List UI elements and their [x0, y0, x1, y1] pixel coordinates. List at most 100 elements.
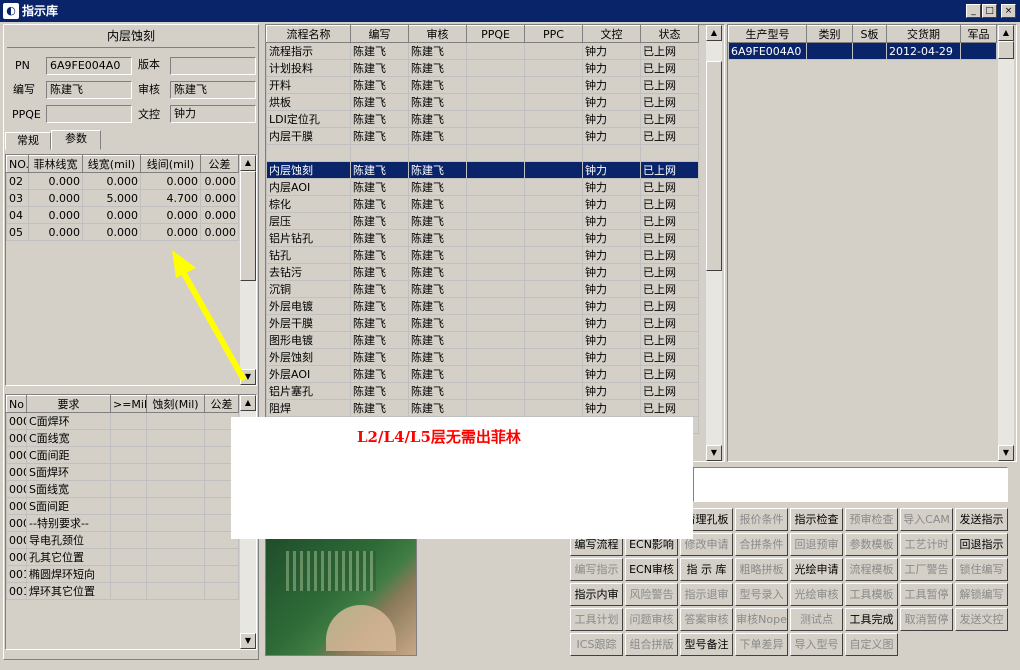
process-row[interactable]: 内层AOI 陈建飞 陈建飞 钟力 已上网 [266, 178, 699, 196]
process-row[interactable]: 钻孔 陈建飞 陈建飞 钟力 已上网 [266, 246, 699, 264]
process-row[interactable]: 流程指示 陈建飞 陈建飞 钟力 已上网 [266, 42, 699, 60]
reviewer-field[interactable]: 陈建飞 [170, 81, 256, 99]
process-row[interactable]: 铝片塞孔 陈建飞 陈建飞 钟力 已上网 [266, 382, 699, 400]
command-button[interactable]: 指 示 库 [680, 558, 733, 581]
req-col-header[interactable]: 公差 [204, 395, 239, 413]
command-button[interactable]: 工艺计时 [900, 533, 953, 556]
command-button[interactable]: 光绘审核 [790, 583, 843, 606]
process-row[interactable] [266, 144, 699, 162]
process-col-header[interactable]: 编写 [350, 25, 409, 43]
command-button[interactable]: 审核Nope [735, 608, 788, 631]
process-row[interactable]: 外层AOI 陈建飞 陈建飞 钟力 已上网 [266, 365, 699, 383]
scroll-thumb[interactable] [706, 61, 722, 271]
process-row[interactable]: 内层干膜 陈建飞 陈建飞 钟力 已上网 [266, 127, 699, 145]
command-button[interactable]: 回退指示 [955, 533, 1008, 556]
command-button[interactable]: 粗略拼板 [735, 558, 788, 581]
command-button[interactable]: 下单差异 [735, 633, 788, 656]
process-row[interactable]: 外层蚀刻 陈建飞 陈建飞 钟力 已上网 [266, 348, 699, 366]
param-row[interactable]: 02 0.000 0.000 0.000 0.000 [6, 172, 239, 190]
command-button[interactable]: 流程模板 [845, 558, 898, 581]
req-row[interactable]: 000导电孔颈位 [6, 531, 239, 549]
tab-params[interactable]: 参数 [51, 130, 101, 150]
command-button[interactable]: 取消暂停 [900, 608, 953, 631]
command-button[interactable]: ICS跟踪 [570, 633, 623, 656]
command-button[interactable]: 报价条件 [735, 508, 788, 531]
process-col-header[interactable]: PPC [524, 25, 583, 43]
command-button[interactable]: 导入型号 [790, 633, 843, 656]
req-col-header[interactable]: No [6, 395, 27, 413]
order-col-header[interactable]: S板 [852, 25, 887, 43]
order-col-header[interactable]: 军品 [960, 25, 997, 43]
scroll-up-icon[interactable]: ▲ [706, 25, 722, 41]
command-button[interactable]: 指示检查 [790, 508, 843, 531]
scroll-down-icon[interactable]: ▼ [998, 445, 1014, 461]
param-col-header[interactable]: 公差 [200, 155, 239, 173]
command-button[interactable]: 发送指示 [955, 508, 1008, 531]
req-row[interactable]: 000孔其它位置 [6, 548, 239, 566]
process-col-header[interactable]: 文控 [582, 25, 641, 43]
param-col-header[interactable]: 线宽(mil) [82, 155, 141, 173]
process-col-header[interactable]: 审核 [408, 25, 467, 43]
process-row[interactable]: 图形电镀 陈建飞 陈建飞 钟力 已上网 [266, 331, 699, 349]
scroll-up-icon[interactable]: ▲ [240, 395, 256, 411]
command-button[interactable]: 预审检查 [845, 508, 898, 531]
process-row[interactable]: 层压 陈建飞 陈建飞 钟力 已上网 [266, 212, 699, 230]
command-button[interactable]: 工具模板 [845, 583, 898, 606]
process-row[interactable]: 烘板 陈建飞 陈建飞 钟力 已上网 [266, 93, 699, 111]
process-row[interactable]: 内层蚀刻 陈建飞 陈建飞 钟力 已上网 [266, 161, 699, 179]
command-button[interactable]: 合拼条件 [735, 533, 788, 556]
scroll-up-icon[interactable]: ▲ [240, 155, 256, 171]
command-button[interactable]: 指示内审 [570, 583, 623, 606]
process-col-header[interactable]: 流程名称 [266, 25, 351, 43]
process-col-header[interactable]: 状态 [640, 25, 699, 43]
param-col-header[interactable]: 菲林线宽 [28, 155, 83, 173]
command-button[interactable]: 参数模板 [845, 533, 898, 556]
command-button[interactable]: 发送文控 [955, 608, 1008, 631]
process-row[interactable]: 铝片钻孔 陈建飞 陈建飞 钟力 已上网 [266, 229, 699, 247]
req-row[interactable]: 000C面焊环 [6, 412, 239, 430]
tab-general[interactable]: 常规 [5, 132, 51, 150]
process-row[interactable]: 外层干膜 陈建飞 陈建飞 钟力 已上网 [266, 314, 699, 332]
process-scrollbar[interactable]: ▲ ▼ [706, 25, 722, 461]
process-row[interactable]: LDI定位孔 陈建飞 陈建飞 钟力 已上网 [266, 110, 699, 128]
command-button[interactable]: 回退预审 [790, 533, 843, 556]
process-row[interactable]: 外层电镀 陈建飞 陈建飞 钟力 已上网 [266, 297, 699, 315]
command-button[interactable]: 导入CAM [900, 508, 953, 531]
order-row[interactable]: 6A9FE004A0 2012-04-29 [728, 42, 997, 60]
doc-control-field[interactable]: 钟力 [170, 105, 256, 123]
req-col-header[interactable]: 蚀刻(Mil) [146, 395, 205, 413]
order-col-header[interactable]: 生产型号 [728, 25, 807, 43]
process-row[interactable]: 开料 陈建飞 陈建飞 钟力 已上网 [266, 76, 699, 94]
param-row[interactable]: 05 0.000 0.000 0.000 0.000 [6, 223, 239, 241]
process-row[interactable]: 阻焊 陈建飞 陈建飞 钟力 已上网 [266, 399, 699, 417]
req-row[interactable]: 000S面线宽 [6, 480, 239, 498]
command-button[interactable]: 型号备注 [680, 633, 733, 656]
req-row[interactable]: 000S面间距 [6, 497, 239, 515]
command-button[interactable]: 指示退审 [680, 583, 733, 606]
maximize-button[interactable]: □ [982, 4, 997, 18]
process-row[interactable]: 去钻污 陈建飞 陈建飞 钟力 已上网 [266, 263, 699, 281]
process-col-header[interactable]: PPQE [466, 25, 525, 43]
order-scrollbar[interactable]: ▲ ▼ [998, 25, 1014, 461]
req-col-header[interactable]: >=Mil [110, 395, 147, 413]
ppqe-field[interactable] [46, 105, 132, 123]
req-row[interactable]: 000C面线宽 [6, 429, 239, 447]
process-row[interactable]: 计划投料 陈建飞 陈建飞 钟力 已上网 [266, 59, 699, 77]
memo-input[interactable] [693, 467, 1008, 502]
command-button[interactable]: 风险警告 [625, 583, 678, 606]
req-row[interactable]: 000--特别要求-- [6, 514, 239, 532]
command-button[interactable]: ECN审核 [625, 558, 678, 581]
order-col-header[interactable]: 类别 [806, 25, 853, 43]
writer-field[interactable]: 陈建飞 [46, 81, 132, 99]
req-row[interactable]: 000C面间距 [6, 446, 239, 464]
req-row[interactable]: 001椭圆焊环短向 [6, 565, 239, 583]
scroll-thumb[interactable] [998, 41, 1014, 59]
param-col-header[interactable]: 线间(mil) [140, 155, 201, 173]
process-row[interactable]: 棕化 陈建飞 陈建飞 钟力 已上网 [266, 195, 699, 213]
command-button[interactable]: 编写指示 [570, 558, 623, 581]
command-button[interactable]: 自定义图 [845, 633, 898, 656]
command-button[interactable]: 测试点 [790, 608, 843, 631]
param-row[interactable]: 04 0.000 0.000 0.000 0.000 [6, 206, 239, 224]
param-col-header[interactable]: NO. [6, 155, 29, 173]
pn-field[interactable]: 6A9FE004A0 [46, 57, 132, 75]
